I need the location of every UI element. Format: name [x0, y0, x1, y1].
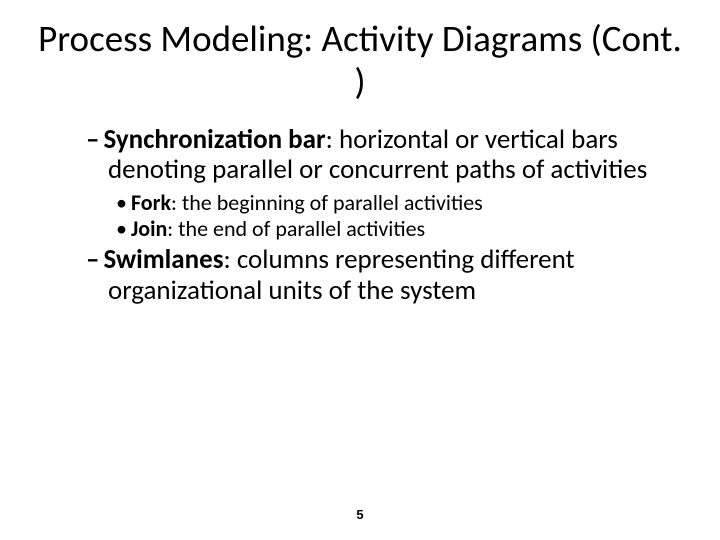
subitems-sync-bar: •Fork: the beginning of parallel activit… — [86, 190, 682, 242]
bullet-swimlanes: –Swimlanes: columns representing differe… — [86, 245, 682, 305]
term: Synchronization bar — [103, 123, 325, 156]
bullet-join: •Join: the end of parallel activities — [116, 216, 682, 242]
slide: Process Modeling: Activity Diagrams (Con… — [0, 0, 720, 306]
term: Fork — [131, 189, 171, 216]
definition: : the beginning of parallel activities — [171, 189, 483, 216]
definition: : the end of parallel activities — [167, 215, 425, 242]
bullet-icon: • — [116, 215, 131, 242]
slide-title: Process Modeling: Activity Diagrams (Con… — [38, 18, 682, 103]
content-block: –Synchronization bar: horizontal or vert… — [38, 125, 682, 306]
term: Join — [131, 215, 167, 242]
bullet-fork: •Fork: the beginning of parallel activit… — [116, 190, 682, 216]
dash-icon: – — [86, 243, 103, 276]
bullet-icon: • — [116, 189, 131, 216]
dash-icon: – — [86, 123, 103, 156]
bullet-sync-bar: –Synchronization bar: horizontal or vert… — [86, 125, 682, 185]
term: Swimlanes — [103, 243, 223, 276]
page-number: 5 — [0, 507, 720, 522]
